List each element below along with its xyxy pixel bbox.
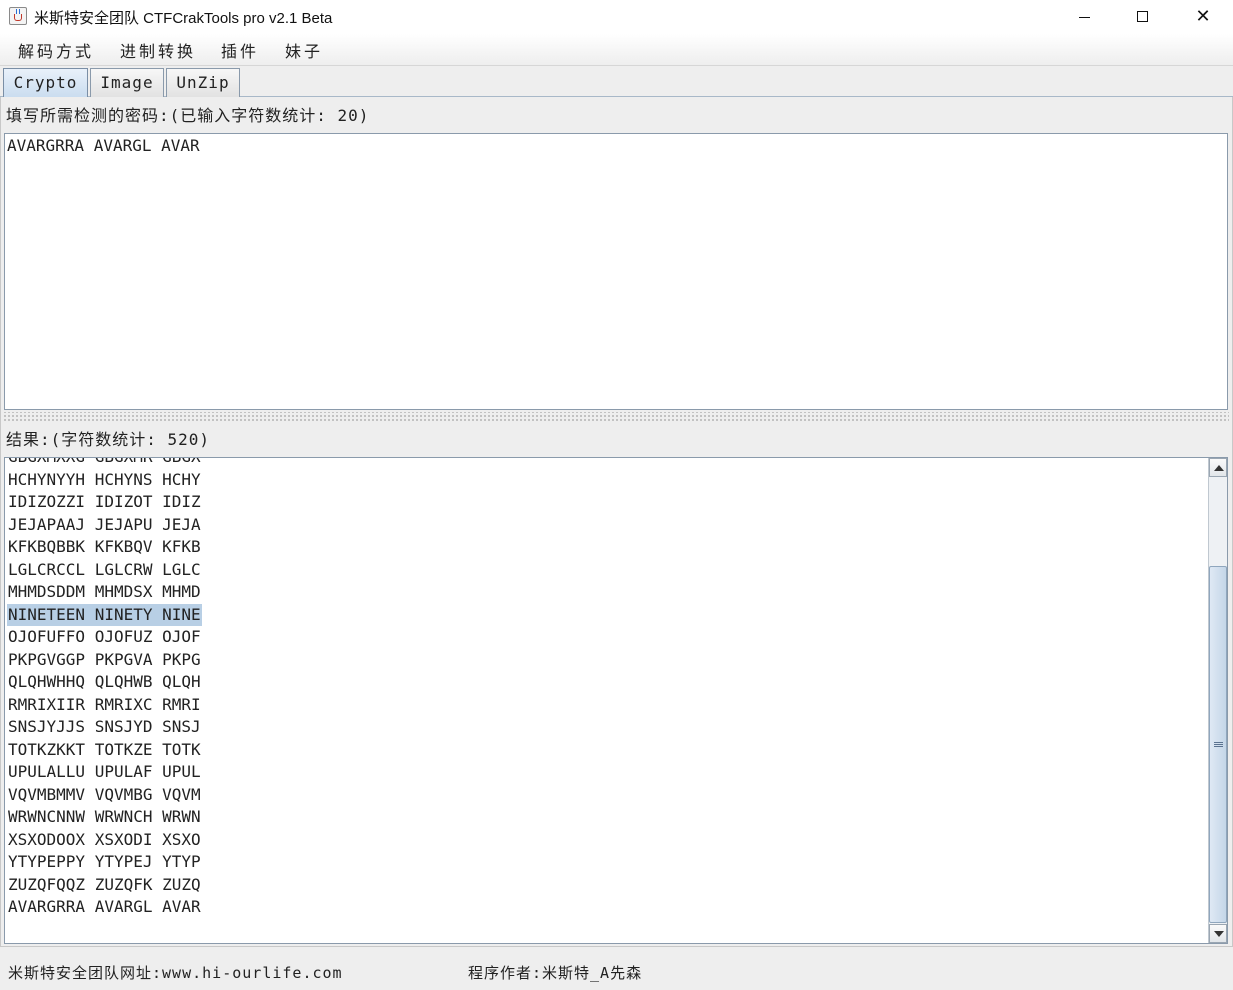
menu-plugins[interactable]: 插件 <box>221 38 259 62</box>
minimize-icon <box>1079 17 1090 18</box>
menu-base-convert[interactable]: 进制转换 <box>120 38 196 62</box>
result-line[interactable]: SNSJYJJS SNSJYD SNSJ <box>7 716 202 739</box>
maximize-icon <box>1137 11 1148 22</box>
split-pane-divider[interactable] <box>3 412 1229 422</box>
scroll-up-button[interactable] <box>1209 458 1227 477</box>
maximize-button[interactable] <box>1114 0 1172 34</box>
tab-unzip[interactable]: UnZip <box>166 68 240 97</box>
result-line[interactable]: IDIZOZZI IDIZOT IDIZ <box>7 491 202 514</box>
window-title: 米斯特安全团队 CTFCrakTools pro v2.1 Beta <box>34 10 333 27</box>
result-line[interactable]: GBGXMXXG GBGXMR GBGX <box>7 458 202 469</box>
close-icon: ✕ <box>1195 6 1211 27</box>
cipher-input[interactable]: AVARGRRA AVARGL AVAR <box>4 133 1228 410</box>
website-label: 米斯特安全团队网址:www.hi-ourlife.com <box>8 964 343 982</box>
result-line[interactable]: TOTKZKKT TOTKZE TOTK <box>7 739 202 762</box>
result-line[interactable]: ZUZQFQQZ ZUZQFK ZUZQ <box>7 874 202 897</box>
grip-icon <box>1214 742 1223 747</box>
tab-strip: Crypto Image UnZip <box>0 66 1233 98</box>
scroll-down-button[interactable] <box>1209 924 1227 943</box>
result-line[interactable]: LGLCRCCL LGLCRW LGLC <box>7 559 202 582</box>
result-line[interactable]: RMRIXIIR RMRIXC RMRI <box>7 694 202 717</box>
java-app-icon <box>9 7 27 25</box>
result-line[interactable]: MHMDSDDM MHMDSX MHMD <box>7 581 202 604</box>
arrow-up-icon <box>1214 465 1224 471</box>
author-label: 程序作者:米斯特_A先森 <box>468 964 643 982</box>
result-lines: GBGXMXXG GBGXMR GBGXHCHYNYYH HCHYNS HCHY… <box>7 458 202 919</box>
minimize-button[interactable] <box>1056 0 1114 34</box>
result-line[interactable]: UPULALLU UPULAF UPUL <box>7 761 202 784</box>
scroll-thumb[interactable] <box>1209 566 1227 923</box>
tab-crypto[interactable]: Crypto <box>3 68 88 98</box>
result-output[interactable]: GBGXMXXG GBGXMR GBGXHCHYNYYH HCHYNS HCHY… <box>4 457 1228 944</box>
result-line[interactable]: QLQHWHHQ QLQHWB QLQH <box>7 671 202 694</box>
result-line[interactable]: VQVMBMMV VQVMBG VQVM <box>7 784 202 807</box>
close-button[interactable]: ✕ <box>1174 0 1232 34</box>
crypto-panel: 填写所需检测的密码:(已输入字符数统计: 20) AVARGRRA AVARGL… <box>0 97 1233 990</box>
result-line[interactable]: YTYPEPPY YTYPEJ YTYP <box>7 851 202 874</box>
result-line[interactable]: HCHYNYYH HCHYNS HCHY <box>7 469 202 492</box>
tab-image[interactable]: Image <box>90 68 164 97</box>
menu-extra[interactable]: 妹子 <box>285 38 323 62</box>
result-line[interactable]: PKPGVGGP PKPGVA PKPG <box>7 649 202 672</box>
result-line[interactable]: JEJAPAAJ JEJAPU JEJA <box>7 514 202 537</box>
menu-decode[interactable]: 解码方式 <box>18 38 94 62</box>
result-line[interactable]: WRWNCNNW WRWNCH WRWN <box>7 806 202 829</box>
input-label: 填写所需检测的密码:(已输入字符数统计: 20) <box>6 106 370 125</box>
arrow-down-icon <box>1214 931 1224 937</box>
result-line[interactable]: OJOFUFFO OJOFUZ OJOF <box>7 626 202 649</box>
result-line[interactable]: KFKBQBBK KFKBQV KFKB <box>7 536 202 559</box>
result-line[interactable]: XSXODOOX XSXODI XSXO <box>7 829 202 852</box>
result-line-selected[interactable]: NINETEEN NINETY NINE <box>7 603 202 626</box>
result-line[interactable]: AVARGRRA AVARGL AVAR <box>7 896 202 919</box>
output-label: 结果:(字符数统计: 520) <box>6 430 211 449</box>
vertical-scrollbar[interactable] <box>1208 458 1227 943</box>
menu-bar: 解码方式 进制转换 插件 妹子 <box>0 34 1233 66</box>
title-bar: 米斯特安全团队 CTFCrakTools pro v2.1 Beta ✕ <box>0 0 1233 34</box>
status-bar: 米斯特安全团队网址:www.hi-ourlife.com 程序作者:米斯特_A先… <box>0 946 1233 990</box>
cipher-input-text[interactable]: AVARGRRA AVARGL AVAR <box>7 136 200 155</box>
